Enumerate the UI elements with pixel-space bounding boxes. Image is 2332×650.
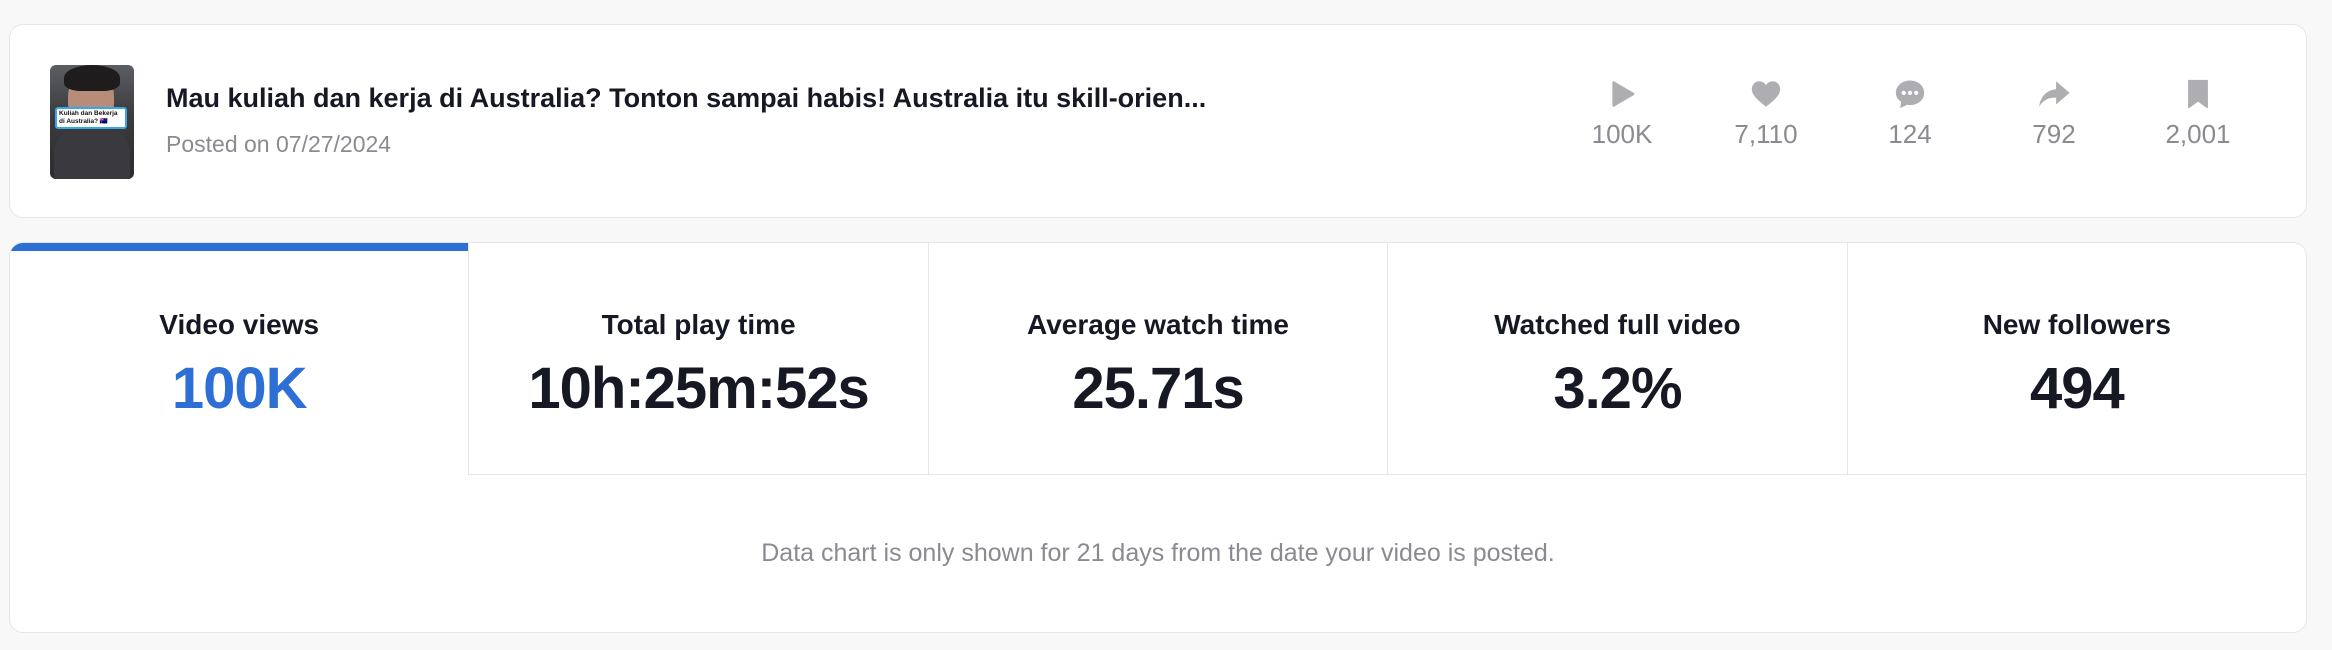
chart-availability-note: Data chart is only shown for 21 days fro…	[761, 539, 1555, 567]
stat-comments: 124	[1838, 77, 1982, 150]
saves-count: 2,001	[2165, 119, 2231, 149]
video-title: Mau kuliah dan kerja di Australia? Tonto…	[166, 83, 1207, 113]
posted-date: Posted on 07/27/2024	[166, 131, 392, 157]
bookmark-icon	[2188, 79, 2208, 109]
metric-value: 3.2%	[1553, 356, 1682, 421]
stat-saves: 2,001	[2126, 77, 2270, 150]
thumbnail-caption: Kuliah dan Bekerja di Australia? 🇦🇺	[55, 107, 127, 129]
metric-label: New followers	[1982, 309, 2171, 340]
metric-value: 25.71s	[1072, 356, 1244, 421]
metric-value: 494	[2029, 356, 2125, 421]
likes-count: 7,110	[1734, 119, 1798, 149]
metric-label: Video views	[159, 309, 320, 340]
comment-icon	[1895, 80, 1925, 109]
metric-value: 10h:25m:52s	[528, 356, 869, 421]
tab-average-watch-time[interactable]: Average watch time 25.71s	[927, 243, 1388, 475]
metric-label: Total play time	[601, 309, 796, 340]
tab-total-play-time[interactable]: Total play time 10h:25m:52s	[468, 243, 928, 475]
thumbnail-person-body	[54, 125, 130, 179]
tab-video-views[interactable]: Video views 100K	[10, 243, 469, 475]
heart-icon	[1751, 81, 1781, 107]
thumbnail-person-hair	[64, 65, 120, 91]
share-icon	[2039, 81, 2070, 107]
metric-label: Average watch time	[1027, 309, 1289, 340]
comments-count: 124	[1888, 119, 1932, 149]
metric-label: Watched full video	[1494, 309, 1741, 340]
stat-likes: 7,110	[1694, 77, 1838, 150]
video-thumbnail[interactable]: Kuliah dan Bekerja di Australia? 🇦🇺	[50, 65, 134, 179]
metric-tabs: Video views 100K Total play time 10h:25m…	[10, 243, 2306, 475]
metric-value: 100K	[171, 356, 308, 421]
play-icon	[1612, 81, 1635, 107]
video-summary-card: Kuliah dan Bekerja di Australia? 🇦🇺 Mau …	[9, 24, 2307, 218]
metrics-card: Video views 100K Total play time 10h:25m…	[9, 242, 2307, 633]
tab-new-followers[interactable]: New followers 494	[1846, 243, 2306, 475]
plays-count: 100K	[1591, 119, 1653, 149]
stat-plays: 100K	[1550, 77, 1694, 150]
shares-count: 792	[2032, 119, 2076, 149]
tab-watched-full-video[interactable]: Watched full video 3.2%	[1387, 243, 1847, 475]
video-engagement-stats: 100K 7,110 124 792 2,001	[1550, 77, 2270, 150]
stat-shares: 792	[1982, 77, 2126, 150]
